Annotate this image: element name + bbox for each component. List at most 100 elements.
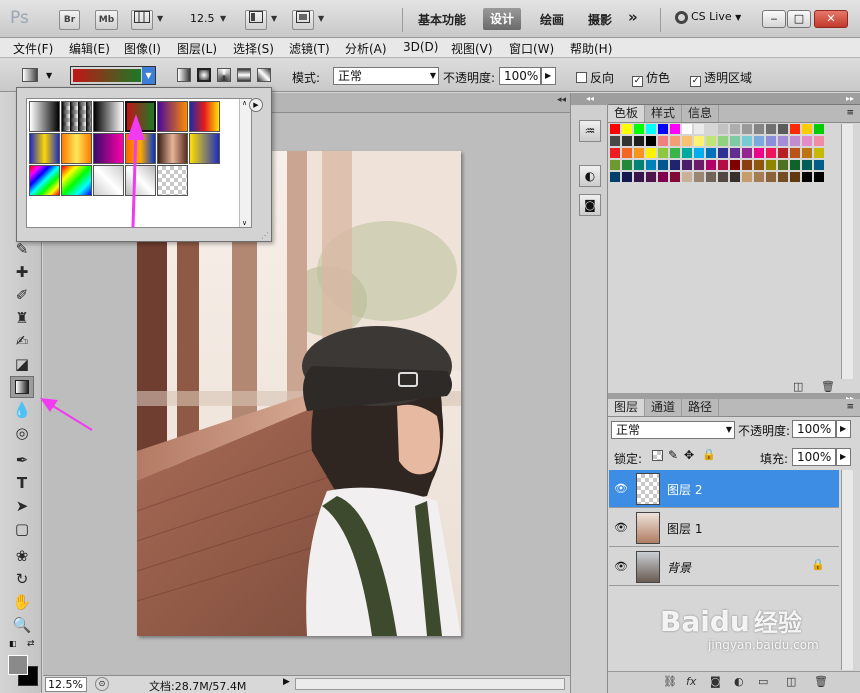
3d-orbit-tool-icon[interactable]: ↻	[10, 568, 34, 590]
history-panel-icon[interactable]: ♒	[579, 120, 601, 142]
link-layers-icon[interactable]: ⛓	[663, 675, 677, 688]
layers-scrollbar[interactable]	[841, 470, 853, 670]
color-swatch[interactable]	[802, 148, 813, 159]
transparency-option[interactable]: ✓ 透明区域	[690, 69, 752, 87]
dither-checkbox[interactable]: ✓	[632, 76, 643, 87]
layer-visibility-eye-icon[interactable]: 👁	[612, 482, 630, 496]
cs-live-button[interactable]: CS Live ▼	[675, 10, 741, 24]
foreground-color-swatch[interactable]	[8, 655, 28, 675]
brush-tool-icon[interactable]: ✐	[10, 284, 34, 306]
gradient-preset-swatch[interactable]	[125, 101, 156, 132]
gradient-tool-icon[interactable]	[10, 376, 34, 398]
tab-styles[interactable]: 样式	[645, 105, 683, 122]
color-swatch[interactable]	[766, 160, 777, 171]
menu-view[interactable]: 视图(V)	[451, 40, 493, 57]
swap-colors-icon[interactable]: ⇄	[27, 639, 35, 649]
tab-info[interactable]: 信息	[682, 105, 720, 122]
color-swatch[interactable]	[730, 172, 741, 183]
lock-image-pixels-icon[interactable]: ✎	[668, 448, 678, 462]
color-swatch[interactable]	[790, 160, 801, 171]
new-swatch-icon[interactable]: ◫	[793, 380, 803, 393]
delete-swatch-icon[interactable]: 🗑	[821, 380, 835, 393]
color-swatch[interactable]	[610, 136, 621, 147]
color-swatch[interactable]	[646, 160, 657, 171]
view-extras-dropdown-icon[interactable]: ▼	[157, 14, 163, 23]
color-swatch[interactable]	[742, 160, 753, 171]
gradient-preset-swatch[interactable]	[189, 133, 220, 164]
color-swatch[interactable]	[718, 172, 729, 183]
color-swatch[interactable]	[670, 124, 681, 135]
lock-transparent-pixels-icon[interactable]	[652, 450, 663, 461]
gradient-preset-swatch[interactable]	[157, 101, 188, 132]
color-swatch[interactable]	[754, 160, 765, 171]
color-swatch[interactable]	[730, 124, 741, 135]
gradient-preset-swatch[interactable]	[29, 101, 60, 132]
color-swatch[interactable]	[778, 172, 789, 183]
color-swatch[interactable]	[742, 172, 753, 183]
gradient-preset-swatch[interactable]	[61, 133, 92, 164]
zoom-level[interactable]: 12.5	[190, 12, 215, 25]
layer-opacity-input[interactable]: 100%	[792, 420, 836, 438]
color-swatch[interactable]	[658, 172, 669, 183]
swatches-panel-menu-icon[interactable]: ≡	[846, 108, 854, 118]
color-swatch[interactable]	[694, 148, 705, 159]
blend-mode-select[interactable]: 正常 ▼	[611, 421, 735, 439]
color-swatch[interactable]	[682, 136, 693, 147]
color-swatch[interactable]	[622, 124, 633, 135]
color-swatch[interactable]	[754, 148, 765, 159]
gradient-preset-swatch[interactable]	[125, 133, 156, 164]
color-swatch[interactable]	[790, 172, 801, 183]
pen-tool-icon[interactable]: ✒	[10, 449, 34, 471]
type-tool-icon[interactable]: T	[10, 472, 34, 494]
color-swatch[interactable]	[766, 172, 777, 183]
view-extras-button[interactable]	[131, 10, 153, 30]
history-brush-tool-icon[interactable]: ✍	[10, 330, 34, 352]
path-selection-tool-icon[interactable]: ➤	[10, 495, 34, 517]
color-swatch[interactable]	[730, 148, 741, 159]
layers-panel-menu-icon[interactable]: ≡	[846, 402, 854, 412]
color-swatch[interactable]	[694, 160, 705, 171]
color-swatch[interactable]	[814, 160, 825, 171]
color-swatch[interactable]	[706, 160, 717, 171]
color-swatch[interactable]	[634, 124, 645, 135]
reverse-checkbox[interactable]	[576, 72, 587, 83]
color-swatch[interactable]	[706, 136, 717, 147]
eraser-tool-icon[interactable]: ◪	[10, 353, 34, 375]
layer-visibility-eye-icon[interactable]: 👁	[612, 560, 630, 574]
color-swatch[interactable]	[754, 124, 765, 135]
opacity-input[interactable]: 100%	[499, 67, 541, 85]
menu-file[interactable]: 文件(F)	[13, 40, 53, 57]
dock-expand-icon[interactable]: ◂◂	[571, 93, 609, 105]
color-swatch[interactable]	[802, 124, 813, 135]
adjustment-layer-icon[interactable]: ◐	[734, 675, 744, 688]
diamond-gradient-icon[interactable]	[257, 68, 271, 82]
mode-select[interactable]: 正常 ▼	[333, 67, 439, 85]
workspace-design[interactable]: 设计	[483, 8, 522, 30]
color-swatch[interactable]	[790, 136, 801, 147]
layer-row[interactable]: 👁 图层 1	[609, 509, 839, 547]
gradient-preset-swatch[interactable]	[157, 133, 188, 164]
status-menu-arrow-icon[interactable]: ▶	[283, 677, 290, 687]
color-swatch[interactable]	[610, 148, 621, 159]
color-swatch[interactable]	[682, 160, 693, 171]
gradient-preset-swatch[interactable]	[125, 165, 156, 196]
workspace-photography[interactable]: 摄影	[588, 11, 612, 28]
fill-input[interactable]: 100%	[792, 448, 836, 466]
hand-tool-icon[interactable]: ✋	[10, 591, 34, 613]
color-swatch[interactable]	[814, 124, 825, 135]
scroll-down-icon[interactable]: ∨	[242, 219, 247, 227]
opacity-slider-button[interactable]: ▶	[541, 67, 556, 85]
color-swatch[interactable]	[778, 160, 789, 171]
color-swatch[interactable]	[766, 136, 777, 147]
transparency-checkbox[interactable]: ✓	[690, 76, 701, 87]
color-swatch[interactable]	[778, 136, 789, 147]
color-swatch[interactable]	[658, 136, 669, 147]
masks-panel-icon[interactable]: ◙	[579, 194, 601, 216]
color-swatch[interactable]	[778, 124, 789, 135]
arrange-dropdown-icon[interactable]: ▼	[271, 14, 277, 23]
document-size-info[interactable]: 文档:28.7M/57.4M	[149, 678, 246, 693]
more-workspaces-button[interactable]: »	[628, 8, 638, 26]
color-swatch[interactable]	[718, 136, 729, 147]
menu-analysis[interactable]: 分析(A)	[345, 40, 387, 57]
color-swatch[interactable]	[610, 160, 621, 171]
